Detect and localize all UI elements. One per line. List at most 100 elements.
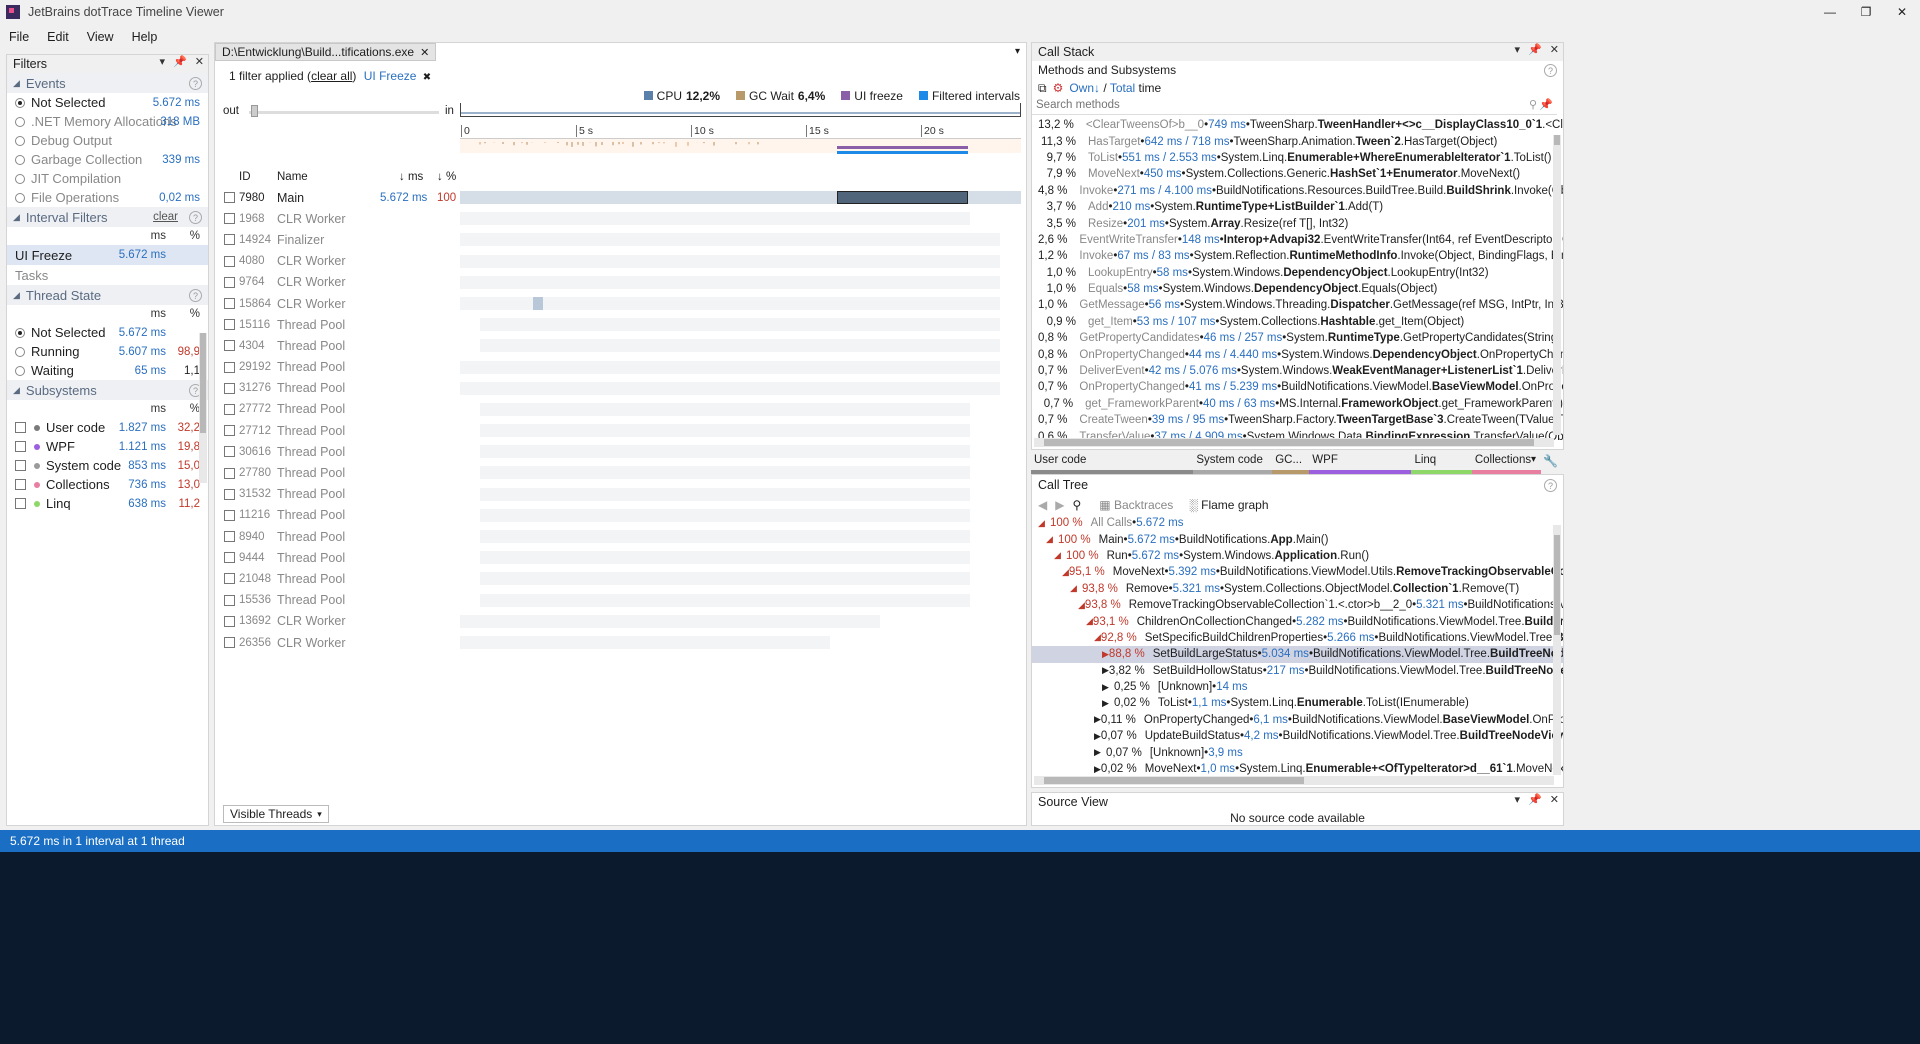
back-icon[interactable]: ◀: [1038, 498, 1047, 512]
expand-arrow-icon[interactable]: ▶: [1094, 714, 1101, 725]
pin-icon[interactable]: 📌: [173, 55, 187, 68]
expand-arrow-icon[interactable]: ◢: [1054, 550, 1066, 561]
call-stack-row[interactable]: 0,7 % CreateTween • 39 ms / 95 ms • Tween…: [1032, 412, 1563, 428]
thread-row[interactable]: 4304 Thread Pool: [215, 335, 1026, 356]
expand-arrow-icon[interactable]: ▶: [1102, 665, 1109, 676]
thread-state-row[interactable]: Not Selected 5.672 ms: [7, 323, 208, 342]
thread-row[interactable]: 31532 Thread Pool: [215, 484, 1026, 505]
thread-checkbox[interactable]: [224, 637, 235, 649]
help-icon[interactable]: ?: [1544, 63, 1557, 77]
call-tree-row[interactable]: ▶ 0,11 % OnPropertyChanged • 6,1 ms • Buil…: [1032, 712, 1563, 728]
ui-freeze-filter[interactable]: UI Freeze 5.672 ms: [7, 245, 208, 265]
wrench-icon[interactable]: 🔧: [1543, 454, 1558, 468]
pin-icon[interactable]: 📌: [1539, 98, 1553, 111]
thread-row[interactable]: 7980 Main 5.672 ms 100: [215, 187, 1026, 208]
search-options-icon[interactable]: ⚲: [1529, 98, 1537, 111]
help-icon[interactable]: ?: [1544, 478, 1557, 492]
pct-column-header[interactable]: ↓ %: [437, 171, 456, 183]
restore-icon[interactable]: ❐: [1848, 0, 1884, 24]
radio-button[interactable]: [15, 192, 25, 203]
thread-row[interactable]: 27780 Thread Pool: [215, 462, 1026, 483]
thread-row[interactable]: 8940 Thread Pool: [215, 526, 1026, 547]
help-icon[interactable]: ?: [189, 76, 202, 90]
call-stack-row[interactable]: 0,9 % get_Item • 53 ms / 107 ms • System.…: [1032, 314, 1563, 330]
thread-row[interactable]: 30616 Thread Pool: [215, 441, 1026, 462]
call-tree-scrollbar[interactable]: [1553, 525, 1561, 775]
call-tree-row[interactable]: ◢ 100 % Run • 5.672 ms • System.Windows. Ap…: [1032, 548, 1563, 564]
subsystem-row[interactable]: Linq 638 ms 11,2: [7, 494, 208, 510]
own-time-toggle[interactable]: Own↓: [1069, 81, 1100, 95]
thread-row[interactable]: 1968 CLR Worker: [215, 208, 1026, 229]
thread-activity-bar[interactable]: [480, 572, 970, 586]
events-section[interactable]: ◢ Events?: [7, 73, 208, 93]
expand-arrow-icon[interactable]: ▶: [1094, 764, 1101, 775]
thread-activity-bar[interactable]: [480, 318, 1000, 332]
menu-file[interactable]: File: [0, 30, 38, 44]
radio-button[interactable]: [15, 346, 25, 357]
legend-item[interactable]: CPU 12,2%: [643, 89, 720, 103]
copy-icon[interactable]: ⧉: [1038, 81, 1047, 96]
pin-icon[interactable]: 📌: [1528, 43, 1542, 56]
call-stack-row[interactable]: 0,7 % OnPropertyChanged • 41 ms / 5.239 m…: [1032, 379, 1563, 395]
call-stack-hscroll[interactable]: [1034, 438, 1554, 447]
thread-activity-bar[interactable]: [460, 254, 1000, 268]
thread-activity-bar[interactable]: [460, 212, 970, 226]
subsystem-row[interactable]: WPF 1.121 ms 19,8: [7, 437, 208, 456]
thread-checkbox[interactable]: [224, 319, 235, 331]
thread-activity-bar[interactable]: [460, 191, 1021, 204]
call-tree-row[interactable]: ◢ 100 % Main • 5.672 ms • BuildNotificatio…: [1032, 531, 1563, 547]
call-stack-row[interactable]: 3,5 % Resize • 201 ms • System. Array .Resi…: [1032, 215, 1563, 231]
thread-checkbox[interactable]: [224, 382, 235, 394]
close-icon[interactable]: ✕: [1884, 0, 1920, 24]
thread-activity-bar[interactable]: [460, 296, 1000, 310]
thread-checkbox[interactable]: [224, 298, 235, 310]
thread-row[interactable]: 29192 Thread Pool: [215, 357, 1026, 378]
thread-row[interactable]: 4080 CLR Worker: [215, 251, 1026, 272]
thread-activity-bar[interactable]: [460, 614, 880, 628]
radio-button[interactable]: [15, 327, 25, 338]
subsystem-row[interactable]: System code 853 ms 15,0: [7, 456, 208, 475]
thread-checkbox[interactable]: [224, 446, 235, 458]
expand-arrow-icon[interactable]: ◢: [1038, 518, 1050, 529]
call-stack-row[interactable]: 1,0 % GetMessage • 56 ms • System.Windows…: [1032, 297, 1563, 313]
radio-button[interactable]: [15, 173, 25, 184]
event-filter-row[interactable]: JIT Compilation: [7, 169, 208, 188]
thread-activity-bar[interactable]: [480, 530, 970, 543]
call-tree-row[interactable]: ▶ 0,25 % [Unknown] • 14 ms: [1032, 679, 1563, 695]
zoom-slider-thumb[interactable]: [251, 105, 258, 117]
thread-state-row[interactable]: Waiting 65 ms 1,1: [7, 361, 208, 380]
subsystem-segment[interactable]: User code: [1031, 452, 1194, 474]
dropdown-icon[interactable]: ▾: [1531, 454, 1536, 465]
call-stack-row[interactable]: 0,8 % OnPropertyChanged • 44 ms / 4.440 m…: [1032, 346, 1563, 362]
call-stack-row[interactable]: 4,8 % Invoke • 271 ms / 4.100 ms • BuildN…: [1032, 183, 1563, 199]
call-tree-row[interactable]: ◢ 93,8 % Remove • 5.321 ms • System.Collec…: [1032, 581, 1563, 597]
name-column-header[interactable]: Name: [277, 171, 308, 183]
active-filter-chip[interactable]: UI Freeze: [364, 69, 417, 83]
thread-checkbox[interactable]: [224, 509, 235, 521]
call-stack-row[interactable]: 3,7 % Add • 210 ms • System. RuntimeType+L…: [1032, 199, 1563, 215]
event-filter-row[interactable]: Debug Output: [7, 131, 208, 150]
thread-activity-bar[interactable]: [480, 551, 970, 565]
dropdown-icon[interactable]: ▾: [1515, 43, 1521, 56]
call-stack-row[interactable]: 9,7 % ToList • 551 ms / 2.553 ms • System…: [1032, 150, 1563, 166]
call-stack-row[interactable]: 1,2 % Invoke • 67 ms / 83 ms • System.Ref…: [1032, 248, 1563, 264]
id-column-header[interactable]: ID: [239, 171, 251, 183]
subsystems-section[interactable]: ◢ Subsystems?: [7, 380, 208, 400]
thread-row[interactable]: 15116 Thread Pool: [215, 314, 1026, 335]
menu-view[interactable]: View: [78, 30, 123, 44]
thread-activity-bar[interactable]: [480, 508, 970, 522]
call-stack-row[interactable]: 11,3 % HasTarget • 642 ms / 718 ms • Twee…: [1032, 133, 1563, 149]
expand-arrow-icon[interactable]: ◢: [1078, 600, 1085, 611]
thread-activity-bar[interactable]: [460, 381, 1000, 395]
thread-checkbox[interactable]: [224, 552, 235, 564]
call-stack-row[interactable]: 0,8 % GetPropertyCandidates • 46 ms / 257…: [1032, 330, 1563, 346]
call-tree-row[interactable]: ◢ 93,1 % ChildrenOnCollectionChanged • 5.2…: [1032, 613, 1563, 629]
subsystem-segment[interactable]: Linq: [1411, 452, 1472, 474]
interval-filters-section[interactable]: ◢ Interval Filters clear?: [7, 207, 208, 227]
call-stack-row[interactable]: 0,7 % DeliverEvent • 42 ms / 5.076 ms • S…: [1032, 363, 1563, 379]
subsystem-segment[interactable]: WPF: [1309, 452, 1412, 474]
clear-all-link[interactable]: clear all: [311, 69, 352, 83]
radio-button[interactable]: [15, 135, 25, 146]
subsystem-row[interactable]: User code 1.827 ms 32,2: [7, 418, 208, 437]
thread-checkbox[interactable]: [224, 234, 235, 246]
